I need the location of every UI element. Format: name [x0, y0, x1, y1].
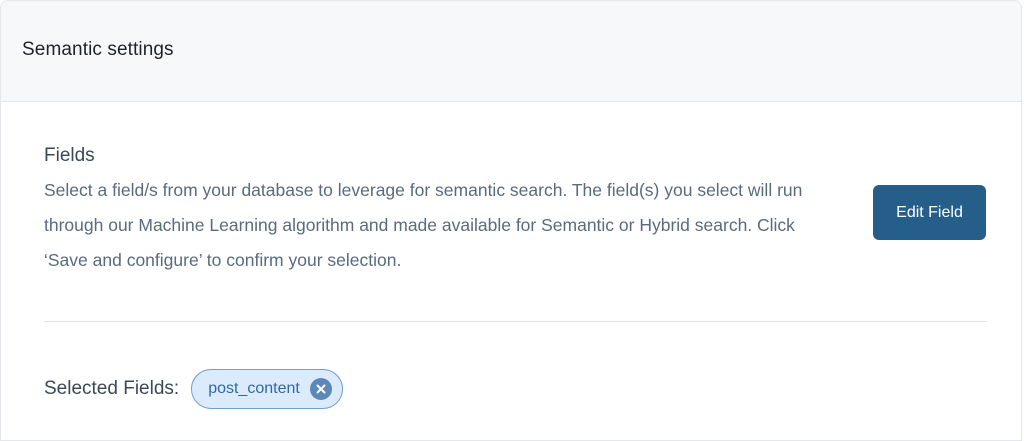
card-header: Semantic settings [1, 1, 1021, 102]
close-x-glyph [316, 384, 326, 394]
section-divider [44, 321, 986, 322]
selected-fields-row: Selected Fields: post_content [44, 367, 343, 411]
edit-field-button[interactable]: Edit Field [873, 185, 986, 240]
chip-label: post_content [208, 380, 300, 397]
semantic-settings-card: Semantic settings Fields Select a field/… [0, 0, 1022, 441]
selected-fields-label: Selected Fields: [44, 378, 180, 399]
fields-title: Fields [44, 145, 95, 166]
card-title: Semantic settings [22, 39, 174, 60]
close-circle-icon[interactable] [309, 378, 332, 400]
fields-section: Fields Select a field/s from your databa… [44, 143, 834, 278]
fields-description: Select a field/s from your database to l… [44, 180, 803, 270]
selected-field-chip: post_content [191, 369, 343, 409]
